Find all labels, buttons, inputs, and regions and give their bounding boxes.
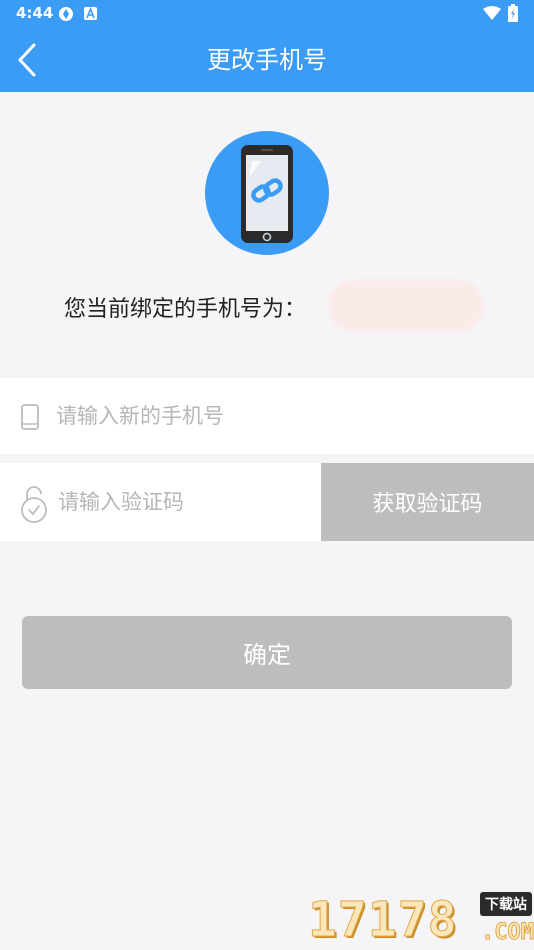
watermark-domain: .COM xyxy=(481,920,534,946)
phone-link-icon xyxy=(205,131,329,255)
code-input[interactable] xyxy=(58,463,316,541)
current-phone-label: 您当前绑定的手机号为： xyxy=(64,297,307,322)
status-time: 4:44 xyxy=(16,4,54,22)
a-status-icon xyxy=(84,7,97,20)
confirm-button[interactable]: 确定 xyxy=(22,616,512,689)
watermark-tag: 下载站 xyxy=(480,892,532,916)
status-bar: 4:44 xyxy=(0,0,534,28)
battery-icon xyxy=(508,4,518,22)
watermark-digits: 17178 xyxy=(308,892,458,949)
new-phone-input[interactable] xyxy=(56,378,516,454)
masked-phone-number xyxy=(328,280,484,332)
lock-icon xyxy=(21,486,47,523)
get-code-button[interactable]: 获取验证码 xyxy=(321,463,534,541)
sync-status-icon xyxy=(59,7,73,21)
wifi-icon xyxy=(483,6,501,20)
mobile-phone-icon xyxy=(21,404,39,430)
new-phone-field xyxy=(0,378,534,454)
app-header: 4:44 更改手机号 xyxy=(0,0,534,92)
page-title: 更改手机号 xyxy=(207,46,327,74)
site-watermark: 17178 下载站 .COM xyxy=(308,888,534,950)
